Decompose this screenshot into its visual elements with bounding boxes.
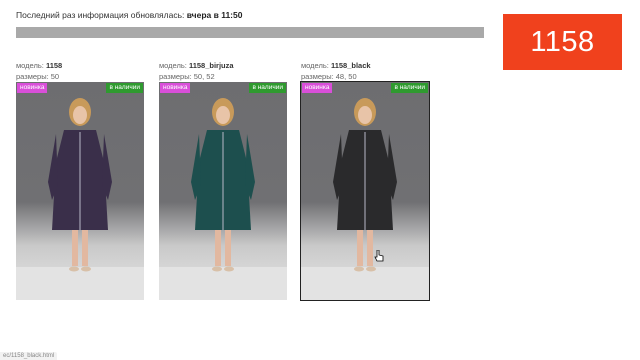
model-label: модель: <box>159 61 187 70</box>
product-photo[interactable]: новинка в наличии <box>16 82 144 300</box>
header-divider-bar <box>16 27 484 38</box>
new-badge: новинка <box>160 83 191 93</box>
coat-model-image <box>159 98 287 300</box>
in-stock-badge: в наличии <box>106 83 143 93</box>
coat-model-image <box>301 98 429 300</box>
sizes-label: размеры: <box>16 72 49 81</box>
model-counter-badge: 1158 <box>503 14 622 70</box>
model-value[interactable]: 1158_birjuza <box>189 61 234 70</box>
status-bar-url: ec/1158_black.html <box>0 352 58 360</box>
product-card[interactable]: модель: 1158_black размеры: 48, 50 новин… <box>300 60 430 301</box>
sizes-value: 50 <box>50 72 60 81</box>
new-badge: новинка <box>302 83 333 93</box>
model-label: модель: <box>301 61 329 70</box>
sizes-label: размеры: <box>301 72 334 81</box>
product-meta: модель: 1158_birjuza размеры: 50, 52 <box>159 60 287 82</box>
model-value[interactable]: 1158_black <box>331 61 371 70</box>
sizes-label: размеры: <box>159 72 192 81</box>
hand-cursor-icon <box>374 250 384 262</box>
in-stock-badge: в наличии <box>249 83 286 93</box>
last-update-line: Последний раз информация обновлялась: вч… <box>16 10 242 20</box>
new-badge: новинка <box>17 83 48 93</box>
product-card[interactable]: модель: 1158 размеры: 50 новинка в налич… <box>16 60 144 300</box>
update-prefix: Последний раз информация обновлялась: <box>16 10 185 20</box>
product-meta: модель: 1158_black размеры: 48, 50 <box>301 60 429 82</box>
product-meta: модель: 1158 размеры: 50 <box>16 60 144 82</box>
coat-model-image <box>16 98 144 300</box>
product-card[interactable]: модель: 1158_birjuza размеры: 50, 52 нов… <box>159 60 287 300</box>
update-value: вчера в 11:50 <box>186 10 243 20</box>
sizes-value: 48, 50 <box>335 72 357 81</box>
product-photo[interactable]: новинка в наличии <box>159 82 287 300</box>
model-label: модель: <box>16 61 44 70</box>
sizes-value: 50, 52 <box>193 72 215 81</box>
catalog-page: Последний раз информация обновлялась: вч… <box>0 0 640 360</box>
model-value[interactable]: 1158 <box>46 61 62 70</box>
product-photo[interactable]: новинка в наличии <box>300 81 430 301</box>
in-stock-badge: в наличии <box>391 83 428 93</box>
